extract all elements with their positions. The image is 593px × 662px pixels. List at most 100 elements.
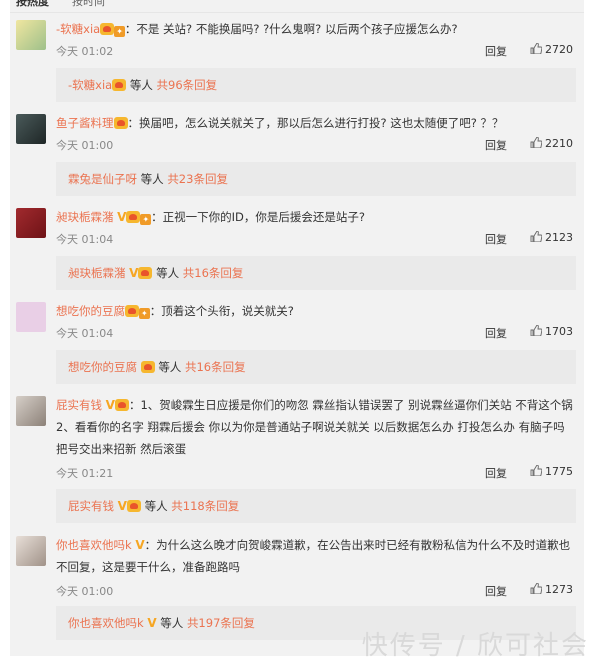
- sub-reply-user[interactable]: 想吃你的豆腐: [68, 360, 137, 374]
- like-count: 2210: [545, 137, 573, 150]
- sub-reply-count[interactable]: 共23条回复: [167, 172, 228, 186]
- verified-icon: V: [117, 499, 127, 513]
- username[interactable]: 屁实有钱: [56, 398, 102, 412]
- like-count: 1775: [545, 465, 573, 478]
- comment-line: 鱼子酱料理 ：换届吧，怎么说关就关了，那以后怎么进行打投? 这也太随便了吧? ？？: [56, 114, 576, 132]
- verified-icon: V: [105, 398, 115, 412]
- fan-badge-icon: ✦: [114, 26, 125, 37]
- avatar[interactable]: [16, 396, 46, 426]
- vip-icon: [100, 23, 115, 35]
- like-button[interactable]: 1703: [530, 325, 580, 338]
- reply-button[interactable]: 回复: [485, 465, 507, 481]
- username[interactable]: 你也喜欢他吗k: [56, 538, 132, 552]
- username[interactable]: 鱼子酱料理: [56, 116, 114, 130]
- sort-by-hot-tab[interactable]: 按热度: [16, 0, 49, 9]
- sub-reply-label: 等人: [144, 499, 168, 513]
- like-count: 2123: [545, 231, 573, 244]
- like-count: 2720: [545, 43, 573, 56]
- comment-time: 今天 01:04: [56, 327, 114, 340]
- comment-line: 想吃你的豆腐 ✦ ：顶着这个头衔，说关就关?: [56, 302, 576, 320]
- avatar[interactable]: [16, 208, 46, 238]
- like-count: 1273: [545, 583, 573, 596]
- comment-time: 今天 01:00: [56, 139, 114, 152]
- sub-reply-label: 等人: [129, 78, 153, 92]
- comment-line: -软糖xia ✦ ：不是 关站? 不能换届吗? ?什么鬼啊? 以后两个孩子应援怎么办…: [56, 20, 576, 38]
- sub-reply-user[interactable]: 霖兔是仙子呀: [68, 172, 137, 186]
- sort-by-time-tab[interactable]: 按时间: [72, 0, 105, 9]
- vip-icon: [112, 79, 127, 91]
- comment-time: 今天 01:21: [56, 467, 114, 480]
- like-button[interactable]: 1273: [530, 583, 580, 596]
- sub-reply-bar[interactable]: 想吃你的豆腐 等人 共16条回复: [56, 350, 576, 384]
- fan-badge-icon: ✦: [139, 308, 150, 319]
- like-button[interactable]: 2123: [530, 231, 580, 244]
- sub-reply-user[interactable]: 昶玦栀霖潴: [68, 266, 126, 280]
- like-button[interactable]: 2720: [530, 43, 580, 56]
- sub-reply-bar[interactable]: -软糖xia 等人 共96条回复: [56, 68, 576, 102]
- sort-bar: 按热度 按时间: [10, 0, 584, 13]
- watermark: 快传号 / 欣可社会: [361, 631, 589, 661]
- username[interactable]: 昶玦栀霖潴: [56, 210, 114, 224]
- sub-reply-bar[interactable]: 屁实有钱 V 等人 共118条回复: [56, 489, 576, 523]
- sub-reply-bar[interactable]: 昶玦栀霖潴 V 等人 共16条回复: [56, 256, 576, 290]
- vip-icon: [113, 117, 128, 129]
- reply-button[interactable]: 回复: [485, 43, 507, 59]
- vip-icon: [138, 267, 153, 279]
- sub-reply-user[interactable]: 屁实有钱: [68, 499, 114, 513]
- vip-icon: [140, 361, 155, 373]
- comment-time: 今天 01:04: [56, 233, 114, 246]
- username[interactable]: -软糖xia: [56, 22, 100, 36]
- username[interactable]: 想吃你的豆腐: [56, 304, 125, 318]
- like-count: 1703: [545, 325, 573, 338]
- reply-button[interactable]: 回复: [485, 137, 507, 153]
- thumbs-up-icon: [530, 231, 542, 242]
- sub-reply-count[interactable]: 共16条回复: [185, 360, 246, 374]
- sub-reply-user[interactable]: -软糖xia: [68, 78, 112, 92]
- comment-text: ：换届吧，怎么说关就关了，那以后怎么进行打投? 这也太随便了吧? ？？: [127, 116, 504, 130]
- comment-line: 屁实有钱 V ：1、贺峻霖生日应援是你们的吻忽 霖丝指认错误罢了 别说霖丝逼你们关…: [56, 394, 576, 460]
- sub-reply-label: 等人: [158, 360, 182, 374]
- thumbs-up-icon: [530, 325, 542, 336]
- verified-icon: V: [147, 616, 157, 630]
- thumbs-up-icon: [530, 583, 542, 594]
- thumbs-up-icon: [530, 137, 542, 148]
- comment-text: ：顶着这个头衔，说关就关?: [149, 304, 294, 318]
- sub-reply-count[interactable]: 共16条回复: [183, 266, 244, 280]
- like-button[interactable]: 1775: [530, 465, 580, 478]
- comment-line: 昶玦栀霖潴 V ✦ ：正视一下你的ID，你是后援会还是站子?: [56, 208, 576, 226]
- comment-text: ：正视一下你的ID，你是后援会还是站子?: [151, 210, 366, 224]
- avatar[interactable]: [16, 536, 46, 566]
- sub-reply-label: 等人: [140, 172, 164, 186]
- comment-text: ：1、贺峻霖生日应援是你们的吻忽 霖丝指认错误罢了 别说霖丝逼你们关站 不背这个…: [56, 398, 573, 456]
- sub-reply-label: 等人: [156, 266, 180, 280]
- verified-icon: V: [129, 266, 139, 280]
- avatar[interactable]: [16, 302, 46, 332]
- comment-text: ：为什么这么晚才向贺峻霖道歉，在公告出来时已经有散粉私信为什么不及时道歉也不回复…: [56, 538, 571, 574]
- sub-reply-bar[interactable]: 霖兔是仙子呀 等人 共23条回复: [56, 162, 576, 196]
- sub-reply-count[interactable]: 共197条回复: [187, 616, 255, 630]
- sub-reply-count[interactable]: 共96条回复: [157, 78, 218, 92]
- comment-line: 你也喜欢他吗k V：为什么这么晚才向贺峻霖道歉，在公告出来时已经有散粉私信为什么…: [56, 534, 576, 578]
- vip-icon: [125, 305, 139, 317]
- sub-reply-label: 等人: [160, 616, 184, 630]
- vip-icon: [114, 399, 129, 411]
- vip-icon: [126, 211, 141, 223]
- sub-reply-user[interactable]: 你也喜欢他吗k: [68, 616, 144, 630]
- verified-icon: V: [135, 538, 145, 552]
- comment-time: 今天 01:00: [56, 585, 114, 598]
- vip-icon: [126, 500, 141, 512]
- reply-button[interactable]: 回复: [485, 583, 507, 599]
- like-button[interactable]: 2210: [530, 137, 580, 150]
- reply-button[interactable]: 回复: [485, 325, 507, 341]
- thumbs-up-icon: [530, 43, 542, 54]
- verified-icon: V: [117, 210, 127, 224]
- comment-panel: 按热度 按时间 -软糖xia ✦ ：不是 关站? 不能换届吗? ?什么鬼啊? 以后两…: [10, 0, 584, 656]
- sub-reply-count[interactable]: 共118条回复: [171, 499, 239, 513]
- comment-time: 今天 01:02: [56, 45, 114, 58]
- reply-button[interactable]: 回复: [485, 231, 507, 247]
- avatar[interactable]: [16, 114, 46, 144]
- thumbs-up-icon: [530, 465, 542, 476]
- avatar[interactable]: [16, 20, 46, 50]
- comment-text: ：不是 关站? 不能换届吗? ?什么鬼啊? 以后两个孩子应援怎么办?: [124, 22, 458, 36]
- fan-badge-icon: ✦: [140, 214, 152, 225]
